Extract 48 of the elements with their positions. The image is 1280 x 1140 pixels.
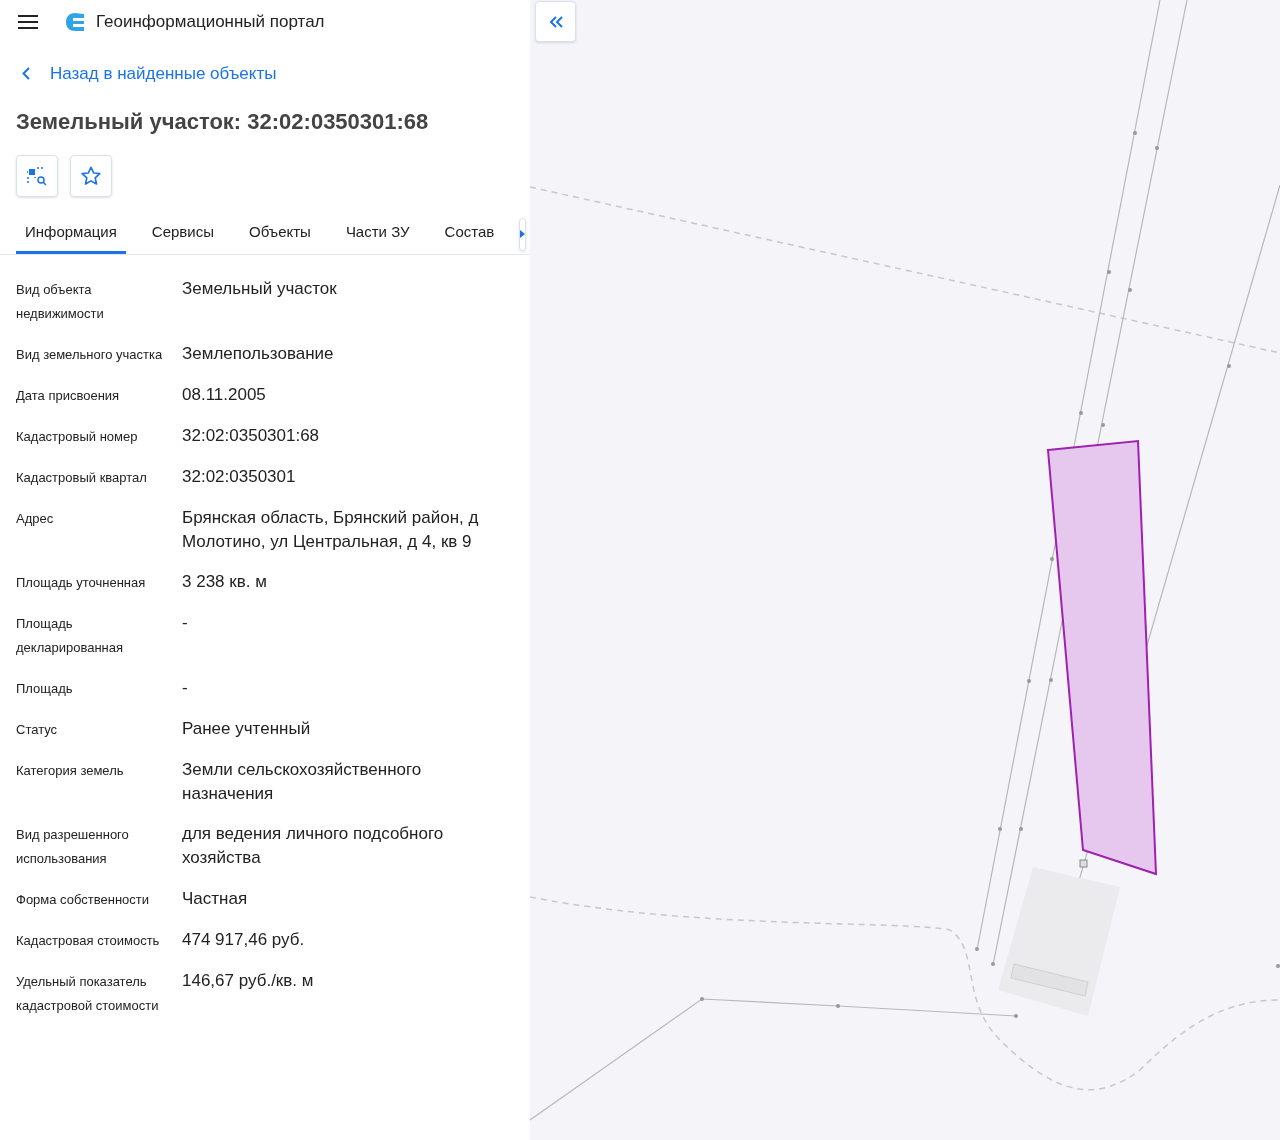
- property-label: Вид объекта недвижимости: [16, 280, 105, 323]
- tab[interactable]: Объекты: [240, 214, 320, 254]
- object-title: Земельный участок: 32:02:0350301:68: [16, 107, 430, 136]
- double-chevron-left-icon: [548, 15, 563, 28]
- chevron-left-icon: [22, 67, 30, 81]
- property-label: Форма собственности: [16, 890, 151, 909]
- property-label: Кадастровая стоимость: [16, 931, 161, 950]
- property-label: Удельный показатель кадастровой стоимости: [16, 972, 160, 1015]
- property-value: 08.11.2005: [182, 383, 267, 406]
- tab[interactable]: Информация: [16, 214, 126, 254]
- collapse-panel-button[interactable]: [535, 1, 576, 42]
- tab[interactable]: Сервисы: [142, 214, 223, 254]
- property-value: Ранее учтенный: [182, 717, 312, 740]
- property-label: Статус: [16, 720, 59, 739]
- property-value: Земли сельскохозяйственного назначения: [182, 758, 423, 805]
- menu-icon[interactable]: [18, 15, 38, 29]
- property-label: Площадь уточненная: [16, 573, 147, 592]
- property-value: Земельный участок: [182, 277, 338, 300]
- property-value: -: [182, 611, 189, 634]
- property-value: -: [182, 676, 189, 699]
- property-label: Адрес: [16, 509, 55, 528]
- property-value: для ведения личного подсобного хозяйства: [182, 822, 445, 869]
- tab[interactable]: Состав: [435, 214, 504, 254]
- property-value: Частная: [182, 887, 249, 910]
- property-value: 32:02:0350301:68: [182, 424, 321, 447]
- locate-on-map-button[interactable]: [16, 154, 58, 197]
- property-value: 146,67 руб./кв. м: [182, 969, 315, 992]
- select-area-search-icon: [25, 164, 49, 187]
- logo-icon: [65, 12, 85, 32]
- property-value: 474 917,46 руб.: [182, 928, 306, 951]
- property-label: Кадастровый номер: [16, 427, 139, 446]
- property-label: Вид земельного участка: [16, 345, 164, 364]
- property-label: Кадастровый квартал: [16, 468, 148, 487]
- property-value: 3 238 кв. м: [182, 570, 268, 593]
- property-label: Категория земель: [16, 761, 125, 780]
- favorite-button[interactable]: [70, 154, 112, 197]
- back-link[interactable]: Назад в найденные объекты: [22, 61, 277, 87]
- property-label: Площадь декларированная: [16, 614, 125, 657]
- property-value: Землепользование: [182, 342, 335, 365]
- tab[interactable]: Части ЗУ: [336, 214, 419, 254]
- portal-title: Геоинформационный портал: [96, 11, 325, 34]
- property-label: Дата присвоения: [16, 386, 121, 405]
- star-icon: [80, 164, 102, 187]
- property-label: Вид разрешенного использования: [16, 825, 130, 868]
- property-value: 32:02:0350301: [182, 465, 297, 488]
- property-value: Брянская область, Брянский район, д Молотино, ул Центральная, д 4, кв 9: [182, 506, 480, 553]
- caret-right-icon: [520, 230, 526, 238]
- property-label: Площадь: [16, 679, 74, 698]
